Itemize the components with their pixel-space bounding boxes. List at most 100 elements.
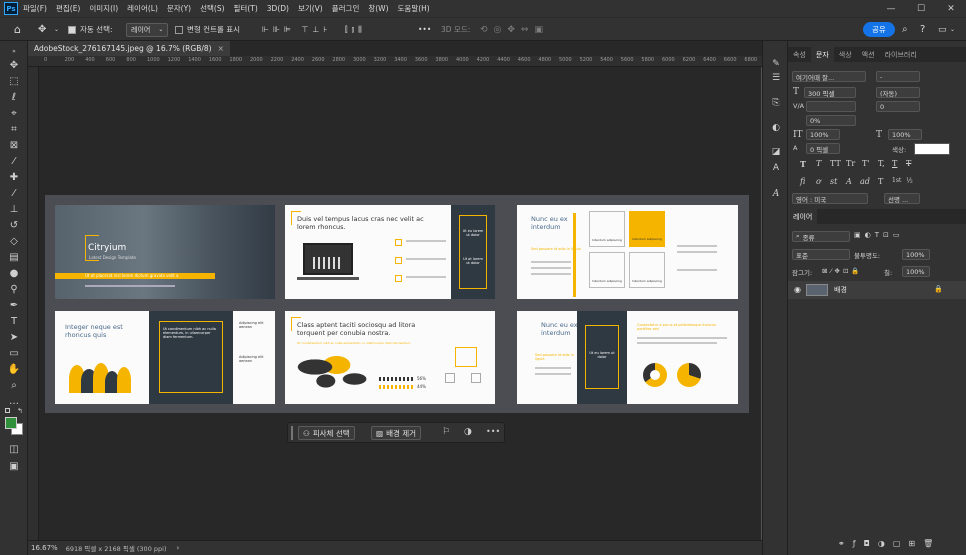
- blur-tool-icon[interactable]: ●: [6, 266, 22, 280]
- move-tool-icon[interactable]: ✥: [6, 58, 22, 72]
- default-colors-icon[interactable]: [5, 408, 10, 413]
- stylistic-icon[interactable]: ad: [860, 177, 870, 186]
- flag-icon[interactable]: ⚐: [442, 427, 450, 437]
- tab-color[interactable]: 색상: [834, 47, 857, 62]
- layer-filter-icons[interactable]: ▣◐T⊡▭: [854, 231, 903, 239]
- close-window-button[interactable]: ✕: [936, 0, 966, 17]
- home-icon[interactable]: ⌂: [14, 18, 21, 41]
- horizontal-scale-field[interactable]: 100%: [888, 129, 922, 140]
- subscript-icon[interactable]: T,: [878, 159, 885, 168]
- eyedropper-tool-icon[interactable]: ⁄: [6, 154, 22, 168]
- workspace-chevron-icon[interactable]: ⌄: [950, 18, 955, 41]
- all-caps-icon[interactable]: TT: [830, 159, 841, 168]
- tab-layers[interactable]: 레이어: [788, 209, 818, 224]
- menu-type[interactable]: 문자(Y): [167, 3, 191, 14]
- eye-icon[interactable]: ◉: [794, 285, 801, 294]
- more-button[interactable]: •••: [486, 427, 500, 436]
- more-options-button[interactable]: •••: [418, 18, 431, 41]
- faux-italic-icon[interactable]: T: [816, 159, 821, 168]
- workspace-icon[interactable]: ▭: [938, 18, 947, 41]
- chevron-down-icon[interactable]: ⌄: [54, 18, 59, 41]
- opacity-field[interactable]: 100%: [902, 249, 930, 260]
- brush-settings-icon[interactable]: ✎: [769, 57, 783, 71]
- font-family-dropdown[interactable]: 여기어때 잘...: [792, 71, 866, 82]
- history-brush-icon[interactable]: ↺: [6, 218, 22, 232]
- layer-filter-dropdown[interactable]: ⌕ 종류: [792, 231, 850, 242]
- auto-select-checkbox[interactable]: 자동 선택:: [68, 18, 113, 41]
- tab-actions[interactable]: 액션: [857, 47, 880, 62]
- color-icon[interactable]: ◐: [769, 121, 783, 135]
- menu-edit[interactable]: 편집(E): [56, 3, 80, 14]
- swatches-icon[interactable]: ◪: [769, 145, 783, 159]
- layer-actions[interactable]: ⚭ƒ◘◑▢⊞🗑: [838, 539, 941, 548]
- menu-help[interactable]: 도움말(H): [398, 3, 430, 14]
- kerning-field[interactable]: [806, 101, 856, 112]
- align-icons[interactable]: ⊩⊪⊫ ⊤⊥⊦: [262, 18, 332, 41]
- select-subject-button[interactable]: ⚇ 피사체 선택: [298, 426, 355, 440]
- adjust-icon[interactable]: ◑: [464, 427, 472, 437]
- transform-controls-checkbox[interactable]: 변형 컨트롤 표시: [175, 18, 240, 41]
- more-tools-icon[interactable]: …: [6, 394, 22, 408]
- document-image[interactable]: Citryium Latest Design Template Ut et pl…: [45, 195, 749, 413]
- frame-tool-icon[interactable]: ⊠: [6, 138, 22, 152]
- drag-handle[interactable]: [291, 426, 293, 440]
- character-icon[interactable]: A: [769, 161, 783, 175]
- crop-tool-icon[interactable]: ⌗: [6, 122, 22, 136]
- marquee-tool-icon[interactable]: ⬚: [6, 74, 22, 88]
- adjust-sliders-icon[interactable]: ☰: [769, 71, 783, 85]
- anti-alias-dropdown[interactable]: 선명 ...: [884, 193, 920, 204]
- menu-image[interactable]: 이미지(I): [89, 3, 118, 14]
- rectangle-tool-icon[interactable]: ▭: [6, 346, 22, 360]
- old-style-icon[interactable]: ơ: [816, 177, 821, 186]
- faux-bold-icon[interactable]: T: [800, 159, 806, 169]
- help-icon[interactable]: ?: [920, 18, 925, 41]
- eraser-tool-icon[interactable]: ◇: [6, 234, 22, 248]
- underline-icon[interactable]: T: [892, 159, 897, 168]
- font-size-field[interactable]: 300 픽셀: [804, 87, 856, 98]
- collapse-icon[interactable]: »: [6, 44, 22, 58]
- menu-3d[interactable]: 3D(D): [267, 4, 289, 13]
- swash-icon[interactable]: A: [846, 177, 852, 186]
- remove-background-button[interactable]: ▨ 배경 제거: [371, 426, 422, 440]
- zoom-tool-icon[interactable]: ⌕: [6, 378, 22, 392]
- lasso-tool-icon[interactable]: ℓ: [6, 90, 22, 104]
- screen-mode-icon[interactable]: ▣: [6, 459, 22, 473]
- tab-libraries[interactable]: 라이브러리: [880, 47, 922, 62]
- zoom-level[interactable]: 16.67%: [31, 544, 58, 552]
- vertical-scale-field[interactable]: 100%: [806, 129, 840, 140]
- history-icon[interactable]: ⎘: [769, 96, 783, 110]
- superscript-icon[interactable]: T': [862, 159, 870, 168]
- menu-view[interactable]: 보기(V): [298, 3, 323, 14]
- status-arrow-icon[interactable]: ›: [177, 544, 180, 552]
- blend-mode-dropdown[interactable]: 표준: [792, 249, 850, 260]
- menu-layer[interactable]: 레이어(L): [127, 3, 158, 14]
- search-icon[interactable]: ⌕: [902, 18, 908, 41]
- font-style-dropdown[interactable]: -: [876, 71, 920, 82]
- discretionary-ligature-icon[interactable]: st: [830, 177, 837, 186]
- dodge-tool-icon[interactable]: ⚲: [6, 282, 22, 296]
- document-tab[interactable]: AdobeStock_276167145.jpeg @ 16.7% (RGB/8…: [28, 41, 230, 56]
- tab-character[interactable]: 문자: [810, 47, 834, 62]
- menu-filter[interactable]: 필터(T): [234, 3, 258, 14]
- foreground-color-swatch[interactable]: [5, 417, 17, 429]
- leading-field[interactable]: (자동): [876, 87, 920, 98]
- healing-brush-icon[interactable]: ✚: [6, 170, 22, 184]
- brush-tool-icon[interactable]: ⁄: [6, 186, 22, 200]
- menu-plugins[interactable]: 플러그인: [332, 3, 360, 14]
- tab-properties[interactable]: 속성: [788, 47, 811, 62]
- maximize-button[interactable]: ☐: [906, 0, 936, 17]
- titling-icon[interactable]: T: [878, 177, 883, 186]
- ordinals-icon[interactable]: 1st: [892, 177, 901, 184]
- tsume-field[interactable]: 0%: [806, 115, 856, 126]
- lock-icons[interactable]: ⊠⁄✥⊡🔒: [822, 267, 863, 275]
- pen-tool-icon[interactable]: ✒: [6, 298, 22, 312]
- auto-select-dropdown[interactable]: 레이어 ⌄: [126, 22, 169, 37]
- strikethrough-icon[interactable]: T: [906, 159, 911, 168]
- type-tool-icon[interactable]: T: [6, 314, 22, 328]
- small-caps-icon[interactable]: Tr: [846, 159, 855, 168]
- fractions-icon[interactable]: ½: [906, 177, 913, 185]
- move-tool-icon[interactable]: ✥: [38, 18, 46, 41]
- text-color-swatch[interactable]: [914, 143, 950, 155]
- hand-tool-icon[interactable]: ✋: [6, 362, 22, 376]
- menu-window[interactable]: 창(W): [368, 3, 388, 14]
